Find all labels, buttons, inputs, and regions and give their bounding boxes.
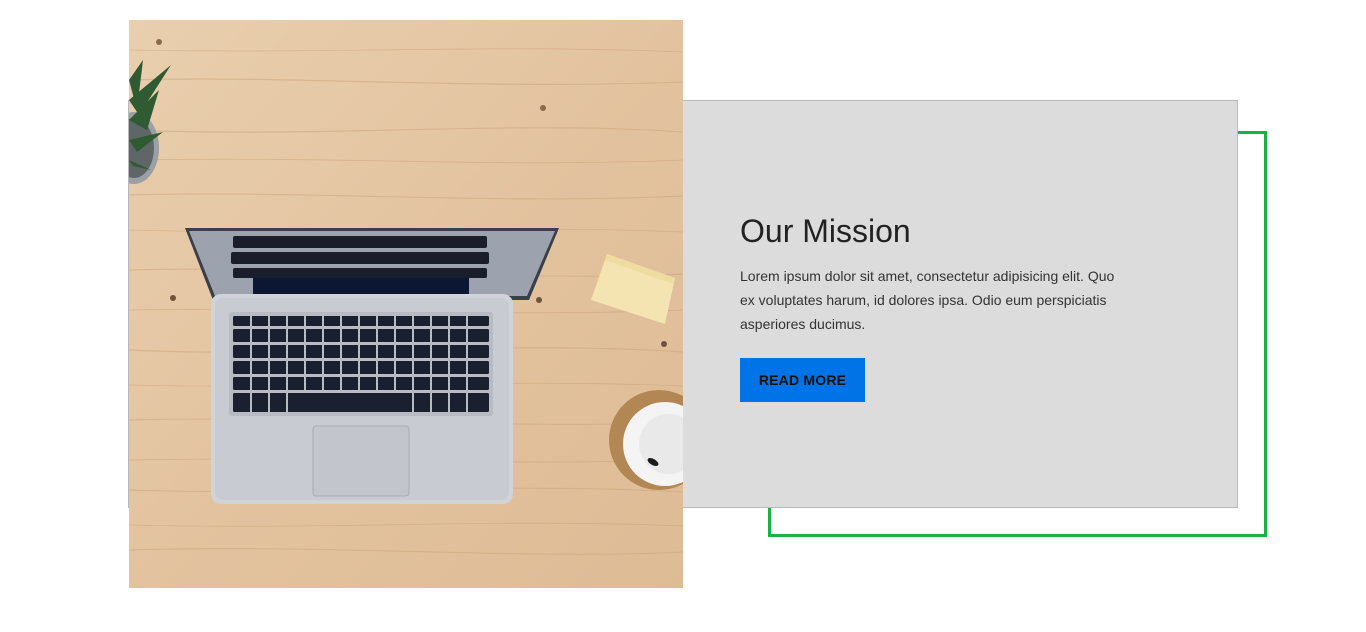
mission-content: Our Mission Lorem ipsum dolor sit amet, … bbox=[740, 212, 1140, 402]
mission-description: Lorem ipsum dolor sit amet, consectetur … bbox=[740, 268, 1115, 332]
laptop-desk-photo bbox=[129, 20, 683, 588]
read-more-button[interactable]: READ MORE bbox=[740, 358, 865, 402]
mission-title: Our Mission bbox=[740, 213, 911, 249]
